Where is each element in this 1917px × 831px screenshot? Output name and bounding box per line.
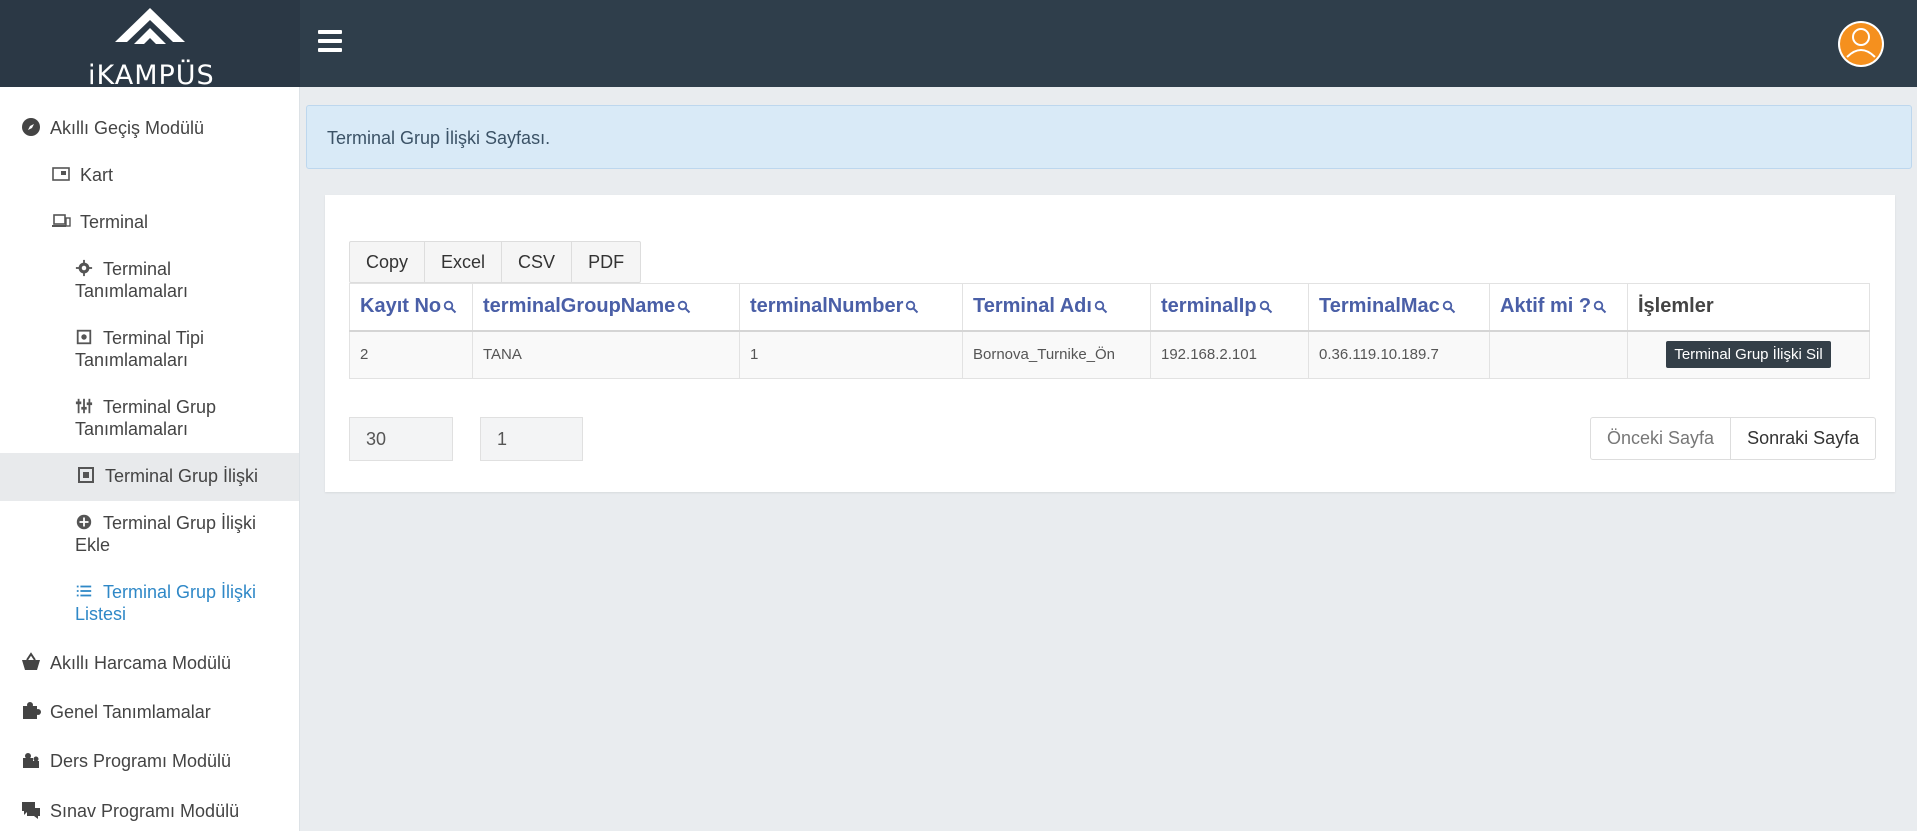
menu-toggle-icon[interactable] [318,30,342,52]
column-header-aktif[interactable]: Aktif mi ? [1489,283,1628,332]
pdf-button[interactable]: PDF [571,241,642,283]
sliders-icon [75,398,93,414]
sidebar-item-label: Genel Tanımlamalar [50,702,211,722]
cell-aktif [1489,330,1628,379]
chat-icon [22,802,40,819]
user-icon [1840,23,1882,65]
sidebar-item-terminal-grup-iliski-listesi[interactable]: Terminal Grup İlişki Listesi [75,581,285,625]
list-icon [76,585,92,597]
table-header-row: Kayıt No terminalGroupName terminalNumbe… [349,283,1870,332]
puzzle-piece-icon [23,753,39,768]
search-icon[interactable] [1094,300,1108,314]
column-header-terminal-number[interactable]: terminalNumber [739,283,963,332]
alert-text: Terminal Grup İlişki Sayfası. [327,128,551,148]
logo[interactable]: iKAMPÜS [88,8,214,91]
column-header-label: Kayıt No [360,295,442,318]
sidebar: Akıllı Geçiş Modülü Kart Terminal Termin… [0,87,300,831]
cell-terminal-ip: 192.168.2.101 [1150,330,1309,379]
next-page-button[interactable]: Sonraki Sayfa [1730,417,1877,460]
sidebar-item-kart[interactable]: Kart [50,164,113,186]
column-header-islemler: İşlemler [1627,283,1870,332]
top-bar: iKAMPÜS [0,0,1917,91]
basket-icon [22,652,40,670]
column-header-kayit-no[interactable]: Kayıt No [349,283,473,332]
search-icon[interactable] [1442,300,1456,314]
previous-page-button[interactable]: Önceki Sayfa [1590,417,1732,460]
search-icon[interactable] [1593,300,1607,314]
plus-circle-icon [76,514,92,530]
column-header-label: terminalNumber [750,295,904,318]
page-number-input[interactable] [480,417,583,461]
sidebar-item-terminal-grup-iliski[interactable]: Terminal Grup İlişki [75,465,258,487]
sidebar-item-label: Terminal Tipi Tanımlamaları [75,328,205,370]
column-header-terminal-adi[interactable]: Terminal Adı [962,283,1151,332]
sidebar-item-label: Terminal Grup İlişki Listesi [75,582,257,624]
gear-icon [75,259,93,277]
excel-button[interactable]: Excel [424,241,503,283]
column-header-label: TerminalMac [1319,295,1440,318]
link-square-icon [78,467,94,483]
sidebar-item-ders-programi[interactable]: Ders Programı Modülü [20,750,231,772]
compass-icon [22,118,40,136]
search-icon[interactable] [677,300,691,314]
card-icon [52,167,70,181]
sidebar-item-sinav-programi[interactable]: Sınav Programı Modülü [20,800,239,822]
puzzle-icon [23,702,41,719]
logo-mark-icon [115,8,185,44]
column-header-label: terminalGroupName [483,295,676,318]
cell-terminal-number: 1 [739,330,963,379]
pagination: Önceki Sayfa Sonraki Sayfa [1590,417,1877,460]
table-row: 2 TANA 1 Bornova_Turnike_Ön 192.168.2.10… [349,330,1870,379]
logo-area: iKAMPÜS [0,0,300,91]
sidebar-item-label: Sınav Programı Modülü [50,801,240,821]
export-button-group: Copy Excel CSV PDF [349,241,642,283]
sidebar-item-label: Terminal Tanımlamaları [75,259,189,301]
column-header-label: terminalIp [1161,295,1257,318]
sidebar-item-label: Akıllı Harcama Modülü [50,653,232,673]
terminal-group-table: Kayıt No terminalGroupName terminalNumbe… [349,283,1870,379]
info-alert: Terminal Grup İlişki Sayfası. [306,105,1912,169]
sidebar-item-label: Akıllı Geçiş Modülü [50,118,205,138]
cell-terminal-mac: 0.36.119.10.189.7 [1308,330,1490,379]
sidebar-item-terminal-grup-iliski-ekle[interactable]: Terminal Grup İlişki Ekle [75,512,285,556]
column-header-terminal-mac[interactable]: TerminalMac [1308,283,1490,332]
sidebar-item-akilli-gecis[interactable]: Akıllı Geçiş Modülü [20,117,204,139]
search-icon[interactable] [1259,300,1273,314]
column-header-terminal-ip[interactable]: terminalIp [1150,283,1309,332]
sidebar-item-terminal-tipi[interactable]: Terminal Tipi Tanımlamaları [75,327,285,371]
column-header-label: Aktif mi ? [1500,295,1592,318]
square-dot-icon [76,329,92,345]
sidebar-item-label: Terminal Grup İlişki [105,466,259,486]
column-header-label: İşlemler [1638,295,1714,318]
sidebar-item-label: Kart [80,165,114,185]
search-icon[interactable] [905,300,919,314]
delete-relation-button[interactable]: Terminal Grup İlişki Sil [1666,341,1831,369]
search-icon[interactable] [443,300,457,314]
csv-button[interactable]: CSV [501,241,573,283]
sidebar-item-label: Terminal [80,212,149,232]
user-avatar[interactable] [1838,21,1884,67]
cell-kayit-no: 2 [349,330,473,379]
sidebar-item-label: Terminal Grup İlişki Ekle [75,513,257,555]
sidebar-item-terminal[interactable]: Terminal [50,211,148,233]
cell-terminal-adi: Bornova_Turnike_Ön [962,330,1151,379]
column-header-terminal-group-name[interactable]: terminalGroupName [472,283,740,332]
sidebar-item-genel-tanimlamalar[interactable]: Genel Tanımlamalar [20,701,211,723]
content-card: Copy Excel CSV PDF Kayıt No terminalGrou… [325,195,1895,492]
sidebar-item-label: Terminal Grup Tanımlamaları [75,397,217,439]
sidebar-item-label: Ders Programı Modülü [50,751,232,771]
column-header-label: Terminal Adı [973,295,1092,318]
cell-group-name: TANA [472,330,740,379]
sidebar-item-terminal-tanimlamalari[interactable]: Terminal Tanımlamaları [75,258,285,302]
sidebar-item-akilli-harcama[interactable]: Akıllı Harcama Modülü [20,652,231,674]
copy-button[interactable]: Copy [349,241,426,283]
page-size-input[interactable] [349,417,453,461]
cell-actions: Terminal Grup İlişki Sil [1627,330,1870,379]
sidebar-item-terminal-grup-tanim[interactable]: Terminal Grup Tanımlamaları [75,396,285,440]
laptop-icon [52,214,71,227]
